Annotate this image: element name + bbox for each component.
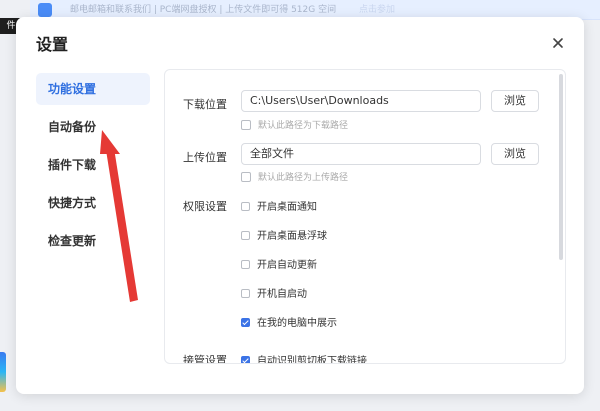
upload-default-checkbox[interactable]: 默认此路径为上传路径 (241, 170, 348, 183)
banner-link[interactable]: 点击参加 (359, 5, 395, 15)
perm-label: 在我的电脑中展示 (257, 318, 337, 329)
panel-scrollbar[interactable] (559, 74, 563, 260)
upload-location-label: 上传位置 (183, 151, 227, 164)
download-default-label: 默认此路径为下载路径 (258, 121, 349, 131)
background-app-icon (0, 352, 6, 392)
close-icon[interactable] (550, 35, 566, 51)
sidebar-item-check-update[interactable]: 检查更新 (36, 225, 150, 257)
checkbox-icon (241, 171, 251, 182)
checkbox-icon (241, 288, 250, 298)
checkbox-checked-icon (241, 317, 250, 327)
sidebar-item-auto-backup[interactable]: 自动备份 (36, 111, 150, 143)
checkbox-icon (241, 201, 250, 211)
sidebar-item-shortcuts[interactable]: 快捷方式 (36, 187, 150, 219)
takeover-item-label: 自动识别剪切板下载链接 (257, 356, 367, 364)
download-path-input[interactable]: C:\Users\User\Downloads (241, 90, 481, 112)
upload-path-input[interactable]: 全部文件 (241, 143, 481, 165)
perm-label: 开机自启动 (257, 289, 307, 300)
upload-default-label: 默认此路径为上传路径 (258, 173, 349, 183)
dialog-title: 设置 (36, 35, 69, 54)
perm-auto-update[interactable]: 开启自动更新 (241, 256, 317, 271)
perm-desktop-notification[interactable]: 开启桌面通知 (241, 198, 317, 213)
perm-show-in-my-computer[interactable]: 在我的电脑中展示 (241, 314, 337, 329)
download-browse-button[interactable]: 浏览 (491, 90, 539, 112)
download-default-checkbox[interactable]: 默认此路径为下载路径 (241, 118, 348, 131)
sidebar-item-plugin-download[interactable]: 插件下载 (36, 149, 150, 181)
settings-dialog: 设置 功能设置 自动备份 插件下载 快捷方式 检查更新 下载位置 C:\User… (16, 17, 584, 394)
download-location-label: 下载位置 (183, 98, 227, 111)
takeover-clipboard-links[interactable]: 自动识别剪切板下载链接 (241, 352, 367, 364)
perm-label: 开启桌面悬浮球 (257, 231, 327, 242)
settings-content-panel: 下载位置 C:\Users\User\Downloads 浏览 默认此路径为下载… (164, 69, 566, 364)
takeover-label: 接管设置 (183, 354, 227, 364)
upload-browse-button[interactable]: 浏览 (491, 143, 539, 165)
banner-text: 邮电邮箱和联系我们 | PC端网盘授权 | 上传文件即可得 512G 空间 (70, 5, 337, 15)
checkbox-icon (241, 259, 250, 269)
perm-label: 开启桌面通知 (257, 202, 317, 213)
perm-floating-ball[interactable]: 开启桌面悬浮球 (241, 227, 327, 242)
sidebar-item-function-settings[interactable]: 功能设置 (36, 73, 150, 105)
checkbox-icon (241, 230, 250, 240)
checkbox-checked-icon (241, 355, 250, 363)
perm-label: 开启自动更新 (257, 260, 317, 271)
app-logo-icon (38, 3, 52, 17)
perm-autostart[interactable]: 开机自启动 (241, 285, 307, 300)
settings-sidebar: 功能设置 自动备份 插件下载 快捷方式 检查更新 (36, 73, 150, 263)
checkbox-icon (241, 119, 251, 130)
permissions-label: 权限设置 (183, 200, 227, 213)
